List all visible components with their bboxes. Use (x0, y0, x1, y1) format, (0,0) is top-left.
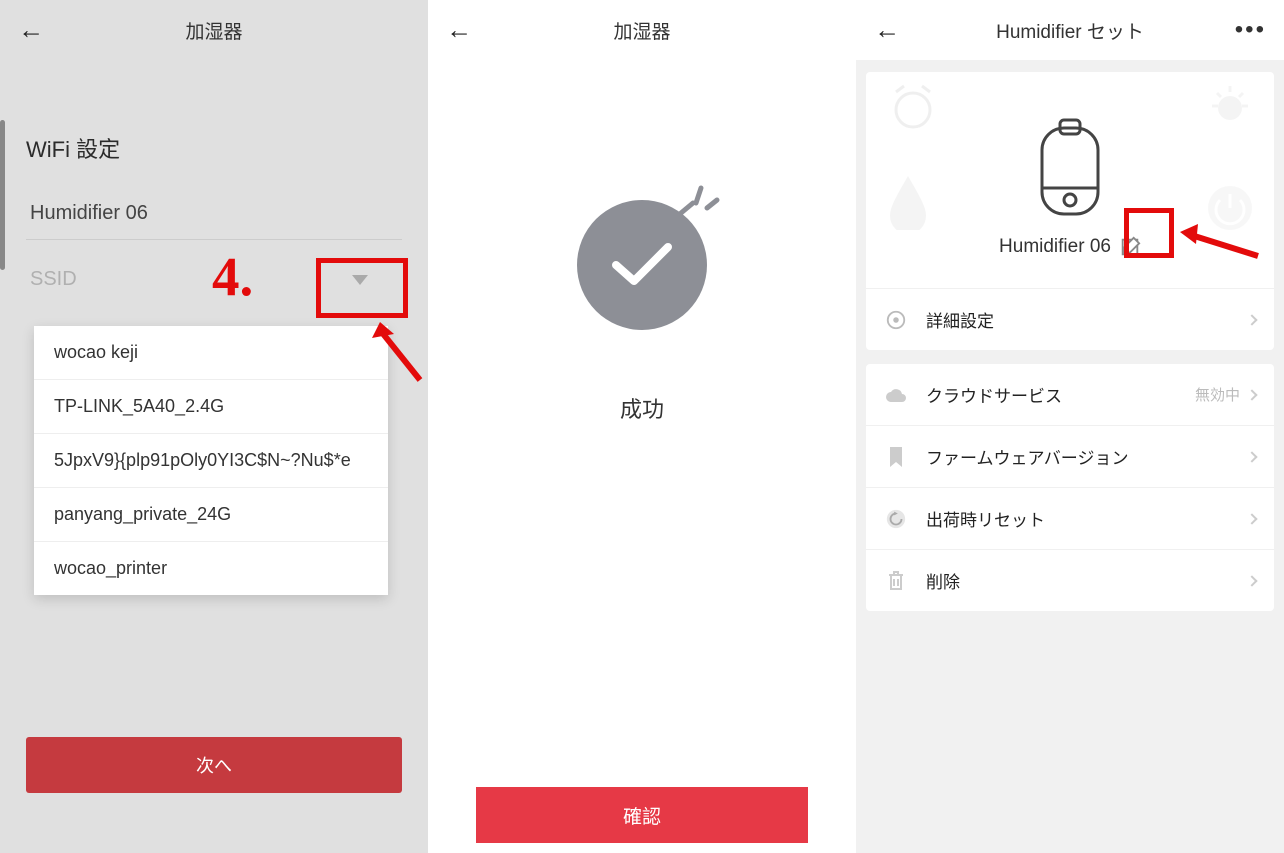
spark-icon (671, 178, 731, 226)
annotation-highlight-box (1124, 208, 1174, 258)
menu-factory-reset[interactable]: 出荷時リセット (866, 487, 1274, 549)
reset-icon (884, 507, 908, 531)
menu-label: クラウドサービス (926, 382, 1195, 407)
bookmark-icon (884, 445, 908, 469)
confirm-button-label: 確認 (623, 802, 661, 829)
next-button-label: 次へ (196, 752, 232, 778)
screen-humidifier-settings: ← Humidifier セット ••• Humidifier 06 (856, 0, 1284, 853)
device-hero-card: Humidifier 06 詳細設定 (866, 72, 1274, 350)
annotation-arrow (370, 320, 428, 390)
droplet-icon (884, 172, 932, 230)
scrollbar[interactable] (0, 120, 5, 270)
ssid-option[interactable]: TP-LINK_5A40_2.4G (34, 380, 388, 434)
humidifier-device-icon (1030, 116, 1110, 226)
section-title: WiFi 設定 (26, 132, 402, 164)
menu-label: ファームウェアバージョン (926, 444, 1248, 469)
page-title: Humidifier セット (996, 17, 1144, 44)
cloud-icon (884, 383, 908, 407)
ssid-option[interactable]: wocao keji (34, 326, 388, 380)
ssid-option[interactable]: wocao_printer (34, 542, 388, 595)
page-title: 加湿器 (613, 17, 670, 44)
header: ← Humidifier セット ••• (856, 0, 1284, 60)
confirm-button[interactable]: 確認 (476, 787, 808, 843)
ssid-placeholder: SSID (30, 268, 77, 291)
menu-label: 詳細設定 (926, 307, 1248, 332)
cloud-status: 無効中 (1195, 384, 1240, 405)
device-name-field[interactable]: Humidifier 06 (26, 194, 402, 240)
device-name-label: Humidifier 06 (999, 236, 1111, 258)
menu-delete-device[interactable]: 削除 (866, 549, 1274, 611)
back-button[interactable]: ← (18, 15, 44, 46)
menu-firmware-version[interactable]: ファームウェアバージョン (866, 425, 1274, 487)
chevron-right-icon (1246, 451, 1257, 462)
chevron-right-icon (1246, 513, 1257, 524)
success-label: 成功 (620, 392, 664, 424)
gear-icon (884, 308, 908, 332)
page-title: 加湿器 (185, 17, 242, 44)
bulb-icon (1204, 80, 1256, 132)
back-button[interactable]: ← (874, 15, 900, 46)
next-button[interactable]: 次へ (26, 737, 402, 793)
more-button[interactable]: ••• (1235, 16, 1266, 44)
screen-success: ← 加湿器 成功 確認 (428, 0, 856, 853)
chevron-right-icon (1246, 575, 1257, 586)
screen-wifi-setup: ← 加湿器 WiFi 設定 Humidifier 06 SSID wocao k… (0, 0, 428, 853)
annotation-step-4: 4. (212, 245, 253, 308)
header: ← 加湿器 (0, 0, 428, 60)
annotation-highlight-box (316, 258, 408, 318)
alarm-icon (888, 82, 938, 132)
trash-icon (884, 569, 908, 593)
menu-cloud-services[interactable]: クラウドサービス 無効中 (866, 364, 1274, 425)
chevron-right-icon (1246, 389, 1257, 400)
success-check-icon (577, 200, 707, 330)
ssid-option[interactable]: panyang_private_24G (34, 488, 388, 542)
settings-card: クラウドサービス 無効中 ファームウェアバージョン 出荷時リセット 削除 (866, 364, 1274, 611)
annotation-arrow (1176, 220, 1266, 270)
ssid-option[interactable]: 5JpxV9}{plp91pOly0YI3C$N~?Nu$*e (34, 434, 388, 488)
header: ← 加湿器 (428, 0, 856, 60)
ssid-options-list: wocao keji TP-LINK_5A40_2.4G 5JpxV9}{plp… (34, 326, 388, 595)
menu-label: 削除 (926, 568, 1248, 593)
menu-label: 出荷時リセット (926, 506, 1248, 531)
chevron-right-icon (1246, 314, 1257, 325)
menu-advanced-settings[interactable]: 詳細設定 (866, 288, 1274, 350)
back-button[interactable]: ← (446, 15, 472, 46)
